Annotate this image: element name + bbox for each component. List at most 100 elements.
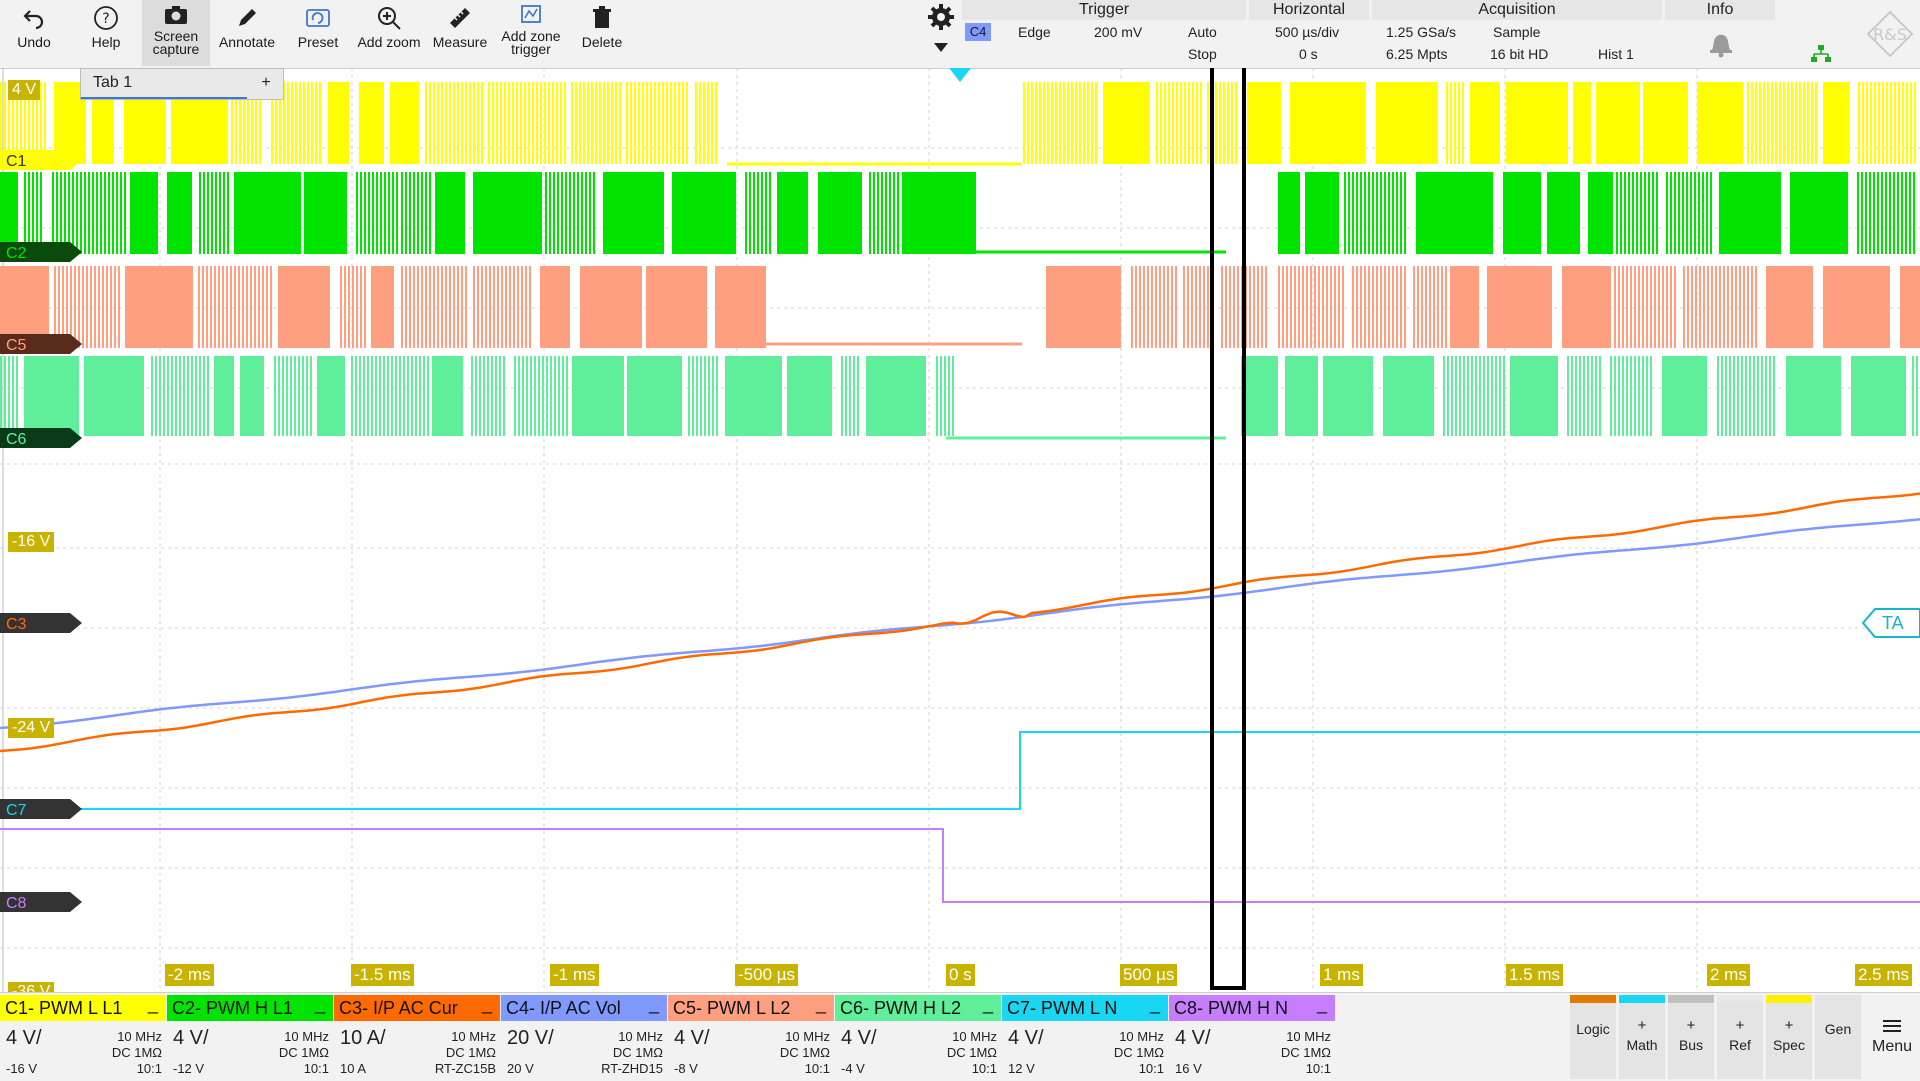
pwm-pulse: [405, 172, 407, 254]
channel-card-c1[interactable]: C1- PWM L L1 _ 4 V/ 10 MHz DC 1MΩ -16 V 10…: [0, 994, 166, 1079]
pwm-pulse: [1443, 356, 1445, 436]
channel-card-c4[interactable]: C4- I/P AC Vol _ 20 V/ 10 MHz DC 1MΩ 20 V …: [501, 994, 667, 1079]
panel-button-ref[interactable]: + Ref: [1717, 995, 1763, 1079]
pwm-burst: [130, 172, 158, 254]
info-panel[interactable]: Info: [1665, 0, 1775, 66]
tab-1[interactable]: Tab 1: [81, 69, 247, 99]
pencil-icon: [239, 9, 256, 26]
channel-probe: RT-ZHD15: [601, 1061, 663, 1076]
pwm-pulse: [441, 82, 443, 164]
pwm-pulse: [1413, 266, 1415, 348]
pwm-pulse: [1322, 266, 1324, 348]
channel-card-c2[interactable]: C2- PWM H L1 _ 4 V/ 10 MHz DC 1MΩ -12 V 10…: [167, 994, 333, 1079]
channel-marker-c7: C7: [0, 799, 82, 819]
pwm-pulse: [1163, 266, 1165, 348]
pwm-pulse: [566, 356, 568, 436]
pwm-pulse: [409, 172, 411, 254]
x-axis-label: 500 µs: [1120, 964, 1178, 986]
add-zone-trigger-button[interactable]: Add zone trigger: [496, 0, 566, 66]
help-button[interactable]: ? Help: [72, 0, 140, 66]
pwm-pulse: [1729, 356, 1731, 436]
pwm-pulse: [311, 82, 313, 164]
help-label: Help: [91, 34, 121, 50]
pwm-pulse: [1739, 266, 1741, 348]
bell-icon: [1710, 34, 1732, 58]
measure-label: Measure: [432, 34, 488, 50]
pwm-pulse: [74, 266, 76, 348]
pwm-pulse: [211, 172, 213, 254]
top-toolbar: Undo ? Help Screen capture Annotate Pres…: [0, 0, 1920, 69]
pwm-pulse: [1638, 266, 1640, 348]
annotate-button[interactable]: Annotate: [212, 0, 282, 66]
channel-offset: 16 V: [1175, 1061, 1202, 1076]
pwm-burst: [902, 172, 976, 254]
settings-gear-button[interactable]: [926, 2, 958, 34]
preset-button[interactable]: Preset: [284, 0, 352, 66]
channel-card-c3[interactable]: C3- I/P AC Cur _ 10 A/ 10 MHz DC 1MΩ 10 A …: [334, 994, 500, 1079]
channel-card-c5[interactable]: C5- PWM L L2 _ 4 V/ 10 MHz DC 1MΩ -8 V 10:…: [668, 994, 834, 1079]
pwm-pulse: [1755, 266, 1757, 348]
pwm-burst: [390, 82, 419, 164]
channel-card-c8[interactable]: C8- PWM H N _ 4 V/ 10 MHz DC 1MΩ 16 V 10:1: [1169, 994, 1335, 1079]
pwm-pulse: [1749, 356, 1751, 436]
panel-button-bus[interactable]: + Bus: [1668, 995, 1714, 1079]
add-tab-button[interactable]: +: [249, 69, 283, 99]
measure-button[interactable]: Measure: [426, 0, 494, 66]
pwm-pulse: [538, 356, 540, 436]
pwm-pulse: [1755, 82, 1757, 164]
trigger-state: Stop: [1188, 46, 1217, 62]
pwm-pulse: [171, 356, 173, 436]
info-header: Info: [1665, 0, 1775, 20]
delete-button[interactable]: Delete: [568, 0, 636, 66]
undo-button[interactable]: Undo: [0, 0, 68, 66]
add-zoom-button[interactable]: Add zoom: [354, 0, 424, 66]
pwm-pulse: [1791, 82, 1793, 164]
horizontal-panel[interactable]: Horizontal 500 µs/div 0 s: [1249, 0, 1369, 66]
pwm-pulse: [199, 172, 201, 254]
panel-button-spec[interactable]: + Spec: [1766, 995, 1812, 1079]
pwm-burst: [304, 172, 347, 254]
pwm-pulse: [1417, 266, 1419, 348]
panel-button-gen[interactable]: Gen: [1815, 995, 1861, 1079]
pwm-pulse: [688, 356, 690, 436]
pwm-pulse: [1765, 356, 1767, 436]
menu-button[interactable]: Menu: [1866, 995, 1918, 1079]
pwm-pulse: [1392, 172, 1394, 254]
pwm-pulse: [1650, 356, 1652, 436]
pwm-pulse: [512, 82, 514, 164]
panel-button-logic[interactable]: Logic: [1570, 995, 1616, 1079]
trigger-panel[interactable]: Trigger C4 Edge 200 mV Auto Stop: [962, 0, 1246, 66]
pwm-pulse: [401, 172, 403, 254]
pwm-pulse: [1404, 266, 1406, 348]
add-zoom-label: Add zoom: [357, 34, 421, 50]
pwm-burst: [1547, 172, 1580, 254]
pwm-pulse: [1360, 172, 1362, 254]
channel-card-c7[interactable]: C7- PWM L N _ 4 V/ 10 MHz DC 1MΩ 12 V 10:1: [1002, 994, 1168, 1079]
pwm-pulse: [585, 172, 587, 254]
ta-marker-label: TA: [1882, 613, 1904, 633]
channel-card-c6[interactable]: C6- PWM H L2 _ 4 V/ 10 MHz DC 1MΩ -4 V 10:…: [835, 994, 1001, 1079]
panel-button-label: Logic: [1576, 1021, 1610, 1037]
pwm-pulse: [363, 356, 365, 436]
pwm-pulse: [505, 266, 507, 348]
panel-button-math[interactable]: + Math: [1619, 995, 1665, 1079]
screen-capture-button[interactable]: Screen capture: [142, 0, 210, 66]
pwm-pulse: [1330, 266, 1332, 348]
channel-title: C1- PWM L L1 _: [0, 994, 166, 1021]
pwm-pulse: [674, 82, 676, 164]
pwm-pulse: [202, 266, 204, 348]
pwm-pulse: [1894, 82, 1896, 164]
pwm-pulse: [1151, 266, 1153, 348]
pwm-pulse: [1579, 356, 1581, 436]
acquisition-panel[interactable]: Acquisition 1.25 GSa/s Sample 6.25 Mpts …: [1372, 0, 1662, 66]
pwm-pulse: [290, 356, 292, 436]
pwm-pulse: [1799, 82, 1801, 164]
preset-icon: [306, 9, 330, 27]
pwm-pulse: [1159, 266, 1161, 348]
channel-title: C2- PWM H L1 _: [167, 994, 333, 1021]
dropdown-button[interactable]: [932, 40, 952, 58]
waveform-display[interactable]: C1 C2 C5 C6 C3 C7 C8 TA: [0, 68, 1920, 992]
pwm-pulse: [849, 356, 851, 436]
pwm-pulse: [163, 356, 165, 436]
pwm-pulse: [1912, 356, 1914, 436]
